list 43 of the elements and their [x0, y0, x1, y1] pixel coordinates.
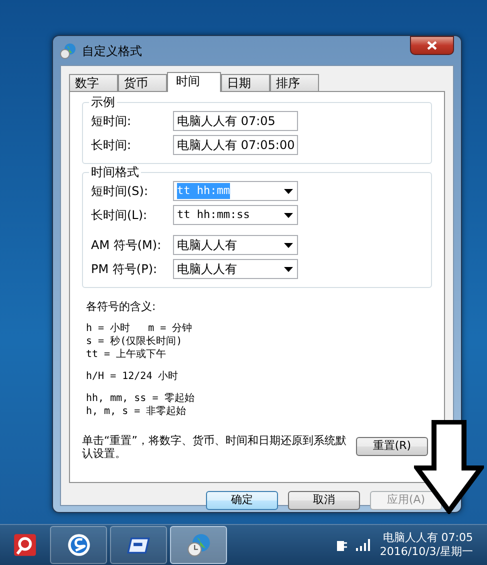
- tab[interactable]: 排序: [270, 74, 319, 91]
- tab[interactable]: 时间: [167, 72, 221, 92]
- legend-line: s = 秒(仅限长时间): [86, 335, 184, 348]
- combo-box[interactable]: 电脑人人有: [173, 235, 298, 255]
- reset-note: 单击“重置”，将数字、货币、时间和日期还原到系统默认设置。: [82, 434, 348, 460]
- combo-box[interactable]: 电脑人人有: [173, 259, 298, 279]
- legend-line: tt = 上午或下午: [86, 348, 168, 361]
- tab[interactable]: 数字: [69, 74, 118, 91]
- combo-box[interactable]: tt hh:mm:ss: [173, 205, 298, 225]
- dropdown-arrow-icon: [284, 212, 293, 218]
- read-only-field: 电脑人人有 07:05: [173, 111, 298, 131]
- read-only-field: 电脑人人有 07:05:00: [173, 135, 298, 155]
- dialog-button[interactable]: 确定: [206, 491, 278, 510]
- field-label: 短时间:: [91, 113, 132, 130]
- reset-button[interactable]: 重置(R): [356, 437, 428, 456]
- close-icon: [427, 41, 437, 50]
- dropdown-arrow-icon: [284, 266, 293, 272]
- field-label: PM 符号(P):: [91, 261, 158, 278]
- globe-clock-icon: [186, 533, 210, 557]
- field-label: AM 符号(M):: [91, 237, 162, 254]
- tab[interactable]: 货币: [118, 74, 167, 91]
- field-label: 长时间:: [91, 137, 132, 154]
- close-button[interactable]: [410, 36, 454, 55]
- window-title: 自定义格式: [82, 42, 142, 60]
- field-label: 长时间(L):: [91, 207, 148, 224]
- clock-date[interactable]: 2016/10/3/星期一: [380, 545, 473, 559]
- power-plug-icon[interactable]: [336, 538, 348, 552]
- legend-title: 各符号的含义:: [86, 300, 157, 313]
- globe-clock-icon: [60, 42, 76, 58]
- field-label: 短时间(S):: [91, 183, 150, 200]
- legend-line: hh, mm, ss = 零起始: [86, 392, 196, 405]
- clock-time[interactable]: 电脑人人有 07:05: [380, 531, 473, 545]
- legend-line: h, m, s = 非零起始: [86, 405, 188, 418]
- legend-line: h = 小时 m = 分钟: [86, 322, 194, 335]
- app-icon: [13, 533, 37, 557]
- dropdown-arrow-icon: [284, 188, 293, 194]
- group-title: 时间格式: [89, 165, 141, 179]
- tab[interactable]: 日期: [221, 74, 270, 91]
- group-title: 示例: [89, 95, 117, 109]
- dropdown-arrow-icon: [284, 242, 293, 248]
- signal-icon[interactable]: [356, 539, 372, 551]
- dialog-button[interactable]: 取消: [288, 491, 360, 510]
- legend-line: h/H = 12/24 小时: [86, 370, 180, 383]
